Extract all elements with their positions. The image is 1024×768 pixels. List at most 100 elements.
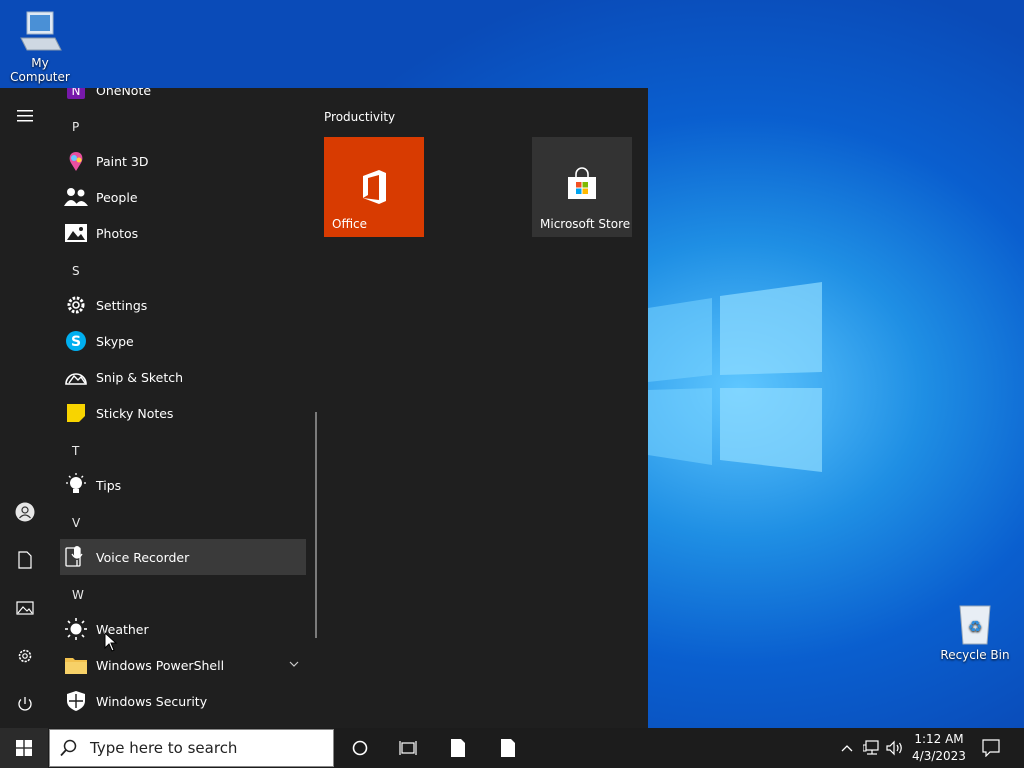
settings-button[interactable] (0, 636, 50, 676)
document-icon (501, 739, 515, 757)
lightbulb-icon (64, 473, 88, 497)
start-menu: N OneNote P Paint 3D People Photos S Set… (0, 88, 648, 728)
clock[interactable]: 1:12 AM 4/3/2023 (906, 731, 972, 765)
section-letter[interactable]: P (72, 120, 79, 134)
app-label: Snip & Sketch (96, 369, 184, 385)
section-letter[interactable]: V (72, 516, 80, 530)
sun-icon (64, 617, 88, 641)
app-tips[interactable]: Tips (60, 467, 306, 503)
tile-label: Office (332, 217, 368, 231)
computer-icon (20, 11, 62, 51)
search-box[interactable]: Type here to search (49, 729, 334, 767)
network-icon (863, 740, 879, 755)
app-photos[interactable]: Photos (60, 215, 306, 251)
task-view-button[interactable] (388, 728, 428, 768)
desktop-icon-my-computer[interactable]: My Computer (0, 8, 80, 84)
app-settings[interactable]: Settings (60, 287, 306, 323)
snip-icon (64, 365, 88, 389)
tile-microsoft-store[interactable]: Microsoft Store (532, 137, 632, 237)
app-label: OneNote (96, 88, 152, 98)
expand-menu-button[interactable] (0, 96, 50, 136)
app-label: Skype (96, 333, 134, 349)
desktop-icon-label: My Computer (10, 56, 70, 84)
svg-text:S: S (71, 334, 81, 350)
windows-logo-wallpaper (648, 282, 822, 472)
app-label: People (96, 189, 138, 205)
hamburger-icon (17, 110, 33, 122)
app-list: N OneNote P Paint 3D People Photos S Set… (60, 88, 306, 728)
app-onenote[interactable]: N OneNote (60, 88, 306, 108)
taskbar-app-notepad-1[interactable] (438, 728, 478, 768)
desktop-icon-label: Recycle Bin (940, 648, 1010, 662)
app-label: Windows Security (96, 693, 208, 709)
desktop-icon-recycle-bin[interactable]: ♻ Recycle Bin (935, 600, 1015, 662)
paint3d-icon (64, 149, 88, 173)
windows-start-icon (16, 740, 32, 756)
gear-icon (18, 649, 32, 663)
svg-text:N: N (72, 88, 81, 98)
shield-icon (64, 689, 88, 713)
app-label: Tips (96, 477, 122, 493)
app-voice-recorder[interactable]: Voice Recorder (60, 539, 306, 575)
tile-label: Microsoft Store (540, 217, 631, 231)
app-paint-3d[interactable]: Paint 3D (60, 143, 306, 179)
chevron-up-icon (841, 745, 853, 752)
people-icon (64, 185, 88, 209)
section-letter[interactable]: S (72, 264, 80, 278)
tile-office[interactable]: Office (324, 137, 424, 237)
volume-button[interactable] (884, 728, 906, 768)
show-hidden-icons-button[interactable] (836, 728, 858, 768)
app-sticky-notes[interactable]: Sticky Notes (60, 395, 306, 431)
start-left-rail (0, 88, 50, 728)
notification-icon (982, 739, 1000, 757)
cortana-icon (352, 740, 368, 756)
chevron-down-icon[interactable] (289, 661, 299, 667)
office-logo-icon (363, 170, 386, 204)
documents-button[interactable] (0, 540, 50, 580)
network-button[interactable] (860, 728, 884, 768)
cortana-button[interactable] (340, 728, 380, 768)
photos-icon (64, 221, 88, 245)
start-button[interactable] (0, 728, 48, 768)
clock-date: 4/3/2023 (912, 749, 966, 763)
onenote-icon: N (64, 88, 88, 102)
app-windows-powershell[interactable]: Windows PowerShell (60, 647, 306, 683)
app-label: Windows PowerShell (96, 657, 225, 673)
search-placeholder: Type here to search (90, 739, 238, 757)
skype-icon: S (64, 329, 88, 353)
account-button[interactable] (0, 492, 50, 532)
app-skype[interactable]: S Skype (60, 323, 306, 359)
taskbar: Type here to search 1:12 AM 4/3/2023 (0, 728, 1024, 768)
section-letter[interactable]: W (72, 588, 84, 602)
folder-icon (64, 653, 88, 677)
document-icon (18, 551, 32, 569)
action-center-button[interactable] (976, 728, 1006, 768)
pictures-button[interactable] (0, 588, 50, 628)
app-windows-security[interactable]: Windows Security (60, 683, 306, 719)
store-bag-icon (568, 167, 596, 199)
microphone-icon (64, 545, 88, 569)
app-label: Settings (96, 297, 148, 313)
speaker-icon (886, 740, 902, 756)
power-button[interactable] (0, 684, 50, 724)
picture-icon (16, 601, 34, 615)
app-label: Photos (96, 225, 139, 241)
app-list-scrollbar[interactable] (315, 412, 317, 638)
svg-text:♻: ♻ (968, 617, 982, 636)
taskbar-app-notepad-2[interactable] (488, 728, 528, 768)
search-icon (60, 739, 77, 757)
tile-group-title[interactable]: Productivity (324, 110, 395, 124)
app-label: Voice Recorder (96, 549, 190, 565)
document-icon (451, 739, 465, 757)
section-letter[interactable]: T (72, 444, 79, 458)
app-people[interactable]: People (60, 179, 306, 215)
app-weather[interactable]: Weather (60, 611, 306, 647)
clock-time: 1:12 AM (914, 732, 964, 746)
user-icon (15, 502, 35, 522)
gear-icon (64, 293, 88, 317)
app-label: Paint 3D (96, 153, 149, 169)
mouse-pointer-icon (104, 632, 118, 652)
app-snip-sketch[interactable]: Snip & Sketch (60, 359, 306, 395)
recycle-bin-icon: ♻ (959, 605, 991, 645)
app-label: Sticky Notes (96, 405, 174, 421)
